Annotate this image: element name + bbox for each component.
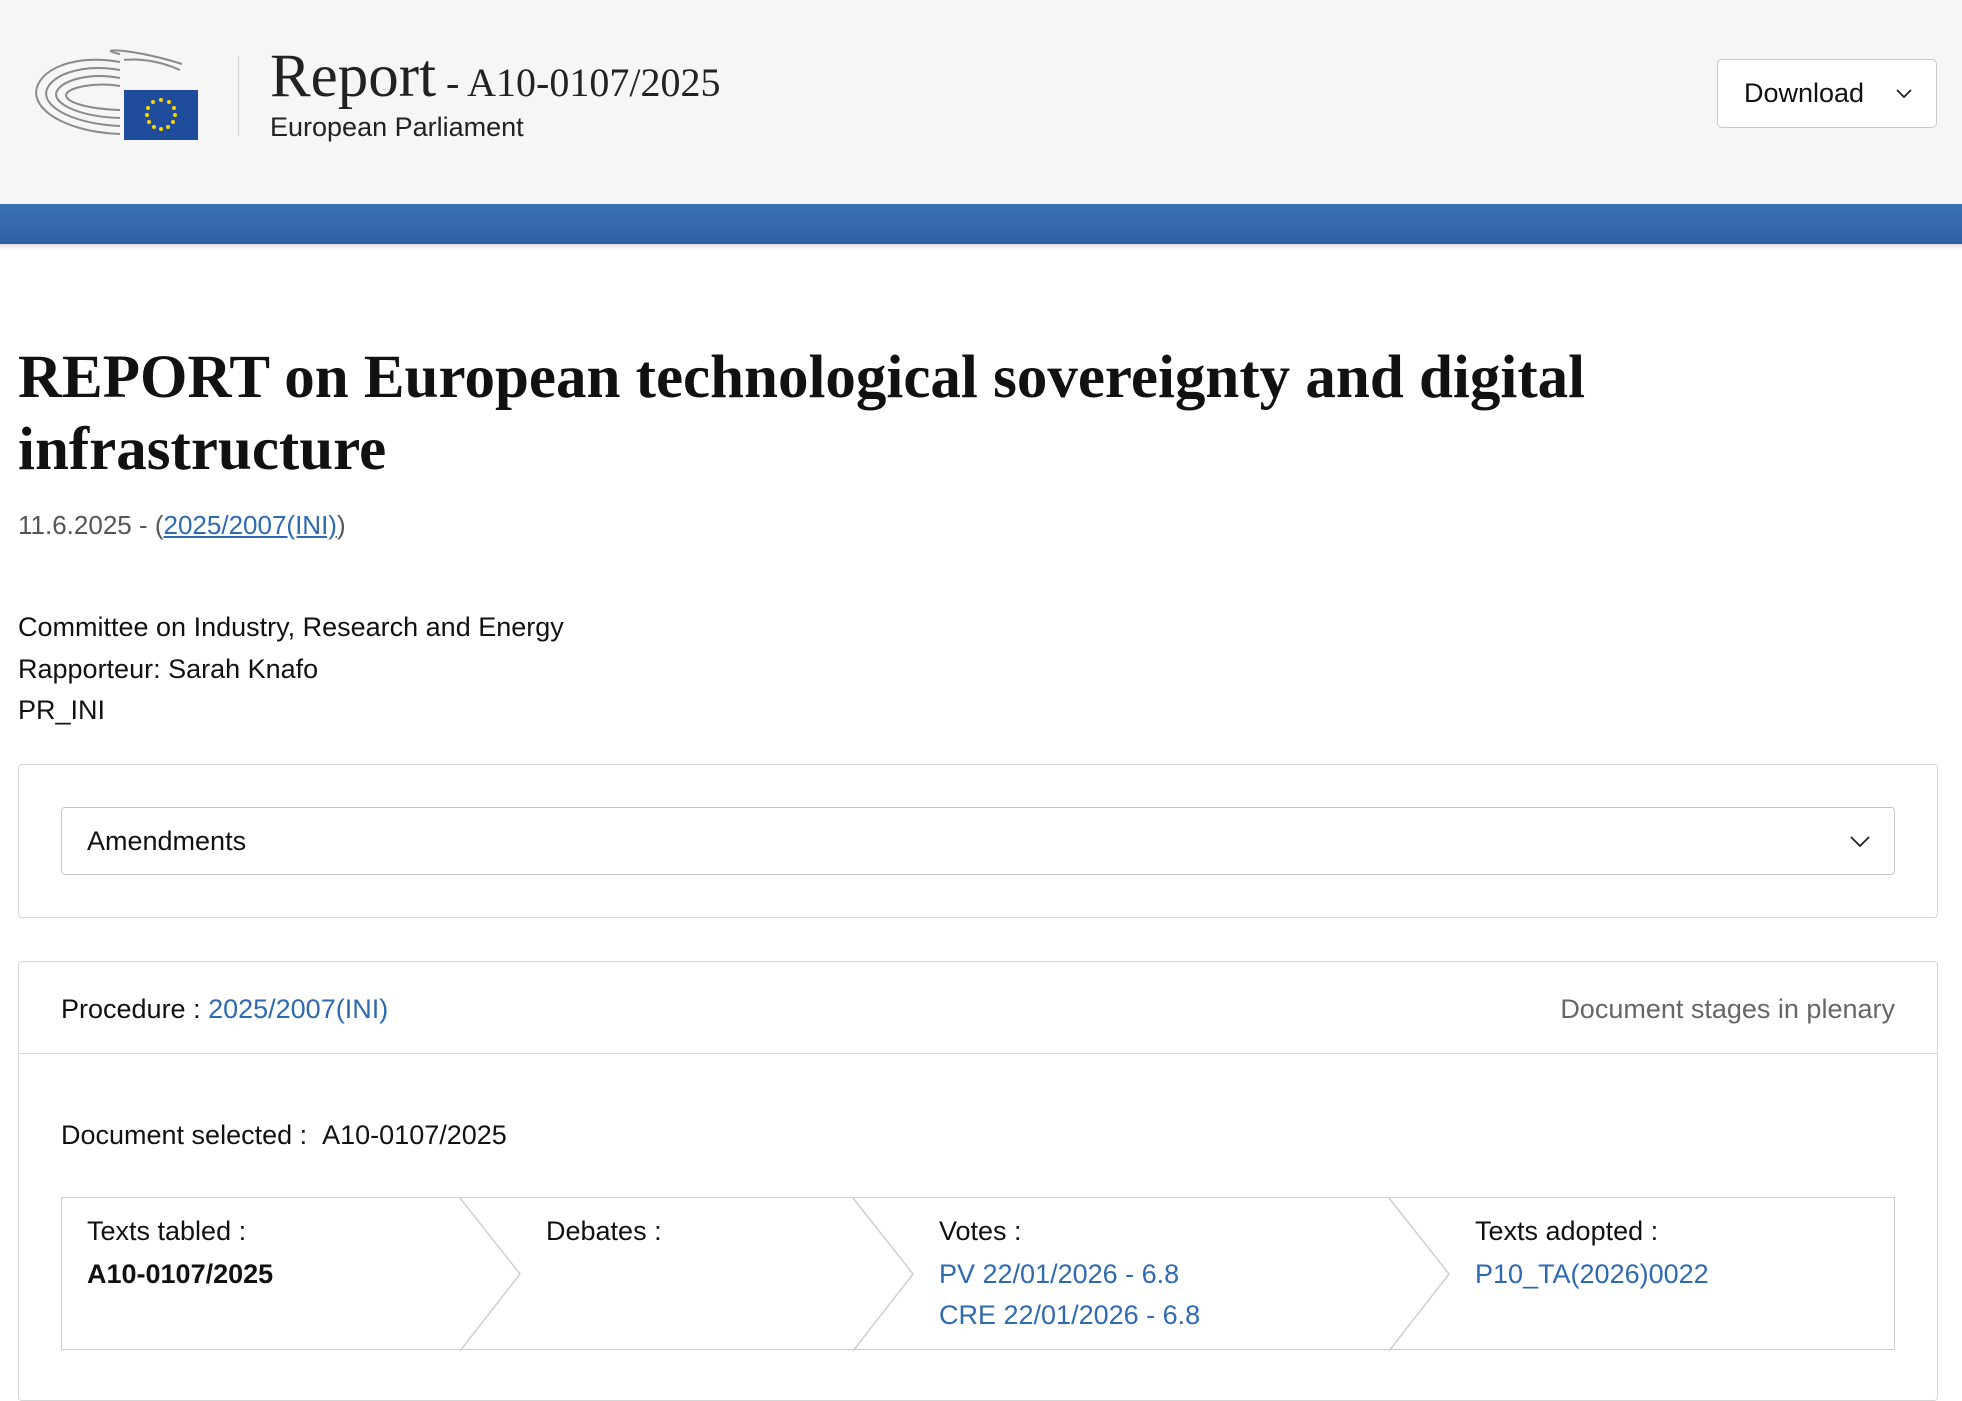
- document-selected: Document selected : A10-0107/2025: [61, 1120, 507, 1151]
- stage-debates: Debates :: [546, 1216, 662, 1247]
- header-title-main: Report: [270, 43, 437, 110]
- site-header: Report - A10-0107/2025 European Parliame…: [0, 0, 1962, 204]
- texts-tabled-value: A10-0107/2025: [87, 1259, 274, 1289]
- date-separator: - (: [131, 510, 164, 540]
- procedure-label: Procedure : 2025/2007(INI): [61, 994, 388, 1025]
- stage-texts-adopted: Texts adopted : P10_TA(2026)0022: [1475, 1216, 1709, 1290]
- votes-label: Votes :: [939, 1216, 1022, 1246]
- procedure-panel: Procedure : 2025/2007(INI) Document stag…: [18, 961, 1938, 1401]
- document-selected-value: A10-0107/2025: [322, 1120, 507, 1150]
- debates-label: Debates :: [546, 1216, 662, 1246]
- committee-name: Committee on Industry, Research and Ener…: [18, 612, 564, 642]
- document-date: 11.6.2025: [18, 510, 132, 540]
- date-close: ): [336, 510, 346, 540]
- header-title-ref: - A10-0107/2025: [436, 60, 721, 105]
- procedure-link[interactable]: 2025/2007(INI): [164, 510, 337, 540]
- stage-votes: Votes : PV 22/01/2026 - 6.8 CRE 22/01/20…: [939, 1216, 1200, 1331]
- chevron-down-icon: [1850, 836, 1870, 848]
- header-blue-band: [0, 204, 1962, 244]
- document-stages-label: Document stages in plenary: [1560, 994, 1895, 1024]
- amendments-panel: Amendments: [18, 764, 1938, 918]
- document-date-line: 11.6.2025 - (2025/2007(INI)): [18, 510, 346, 541]
- plenary-stages: Texts tabled : A10-0107/2025 Debates : V…: [61, 1197, 1895, 1351]
- header-shadow: [0, 244, 1962, 250]
- document-type-code: PR_INI: [18, 695, 106, 725]
- header-subtitle: European Parliament: [270, 112, 524, 142]
- document-selected-label: Document selected :: [61, 1120, 308, 1150]
- document-title: REPORT on European technological soverei…: [18, 344, 1586, 483]
- texts-adopted-link[interactable]: P10_TA(2026)0022: [1475, 1259, 1709, 1290]
- texts-tabled-label: Texts tabled :: [87, 1216, 247, 1246]
- header-divider: [238, 56, 239, 136]
- texts-adopted-label: Texts adopted :: [1475, 1216, 1659, 1246]
- procedure-label-text: Procedure :: [61, 994, 209, 1024]
- rapporteur: Rapporteur: Sarah Knafo: [18, 654, 319, 684]
- european-parliament-logo[interactable]: [32, 48, 198, 140]
- download-button-label: Download: [1744, 78, 1865, 108]
- stage-texts-tabled: Texts tabled : A10-0107/2025: [87, 1216, 273, 1290]
- votes-cre-link[interactable]: CRE 22/01/2026 - 6.8: [939, 1300, 1200, 1331]
- procedure-header: Procedure : 2025/2007(INI) Document stag…: [19, 962, 1937, 1054]
- download-button[interactable]: Download: [1717, 59, 1937, 128]
- votes-pv-link[interactable]: PV 22/01/2026 - 6.8: [939, 1259, 1200, 1290]
- header-title: Report - A10-0107/2025: [270, 42, 720, 112]
- procedure-number-link[interactable]: 2025/2007(INI): [208, 994, 388, 1024]
- chevron-down-icon: [1896, 89, 1912, 99]
- amendments-dropdown[interactable]: Amendments: [61, 807, 1895, 875]
- amendments-label: Amendments: [87, 825, 247, 856]
